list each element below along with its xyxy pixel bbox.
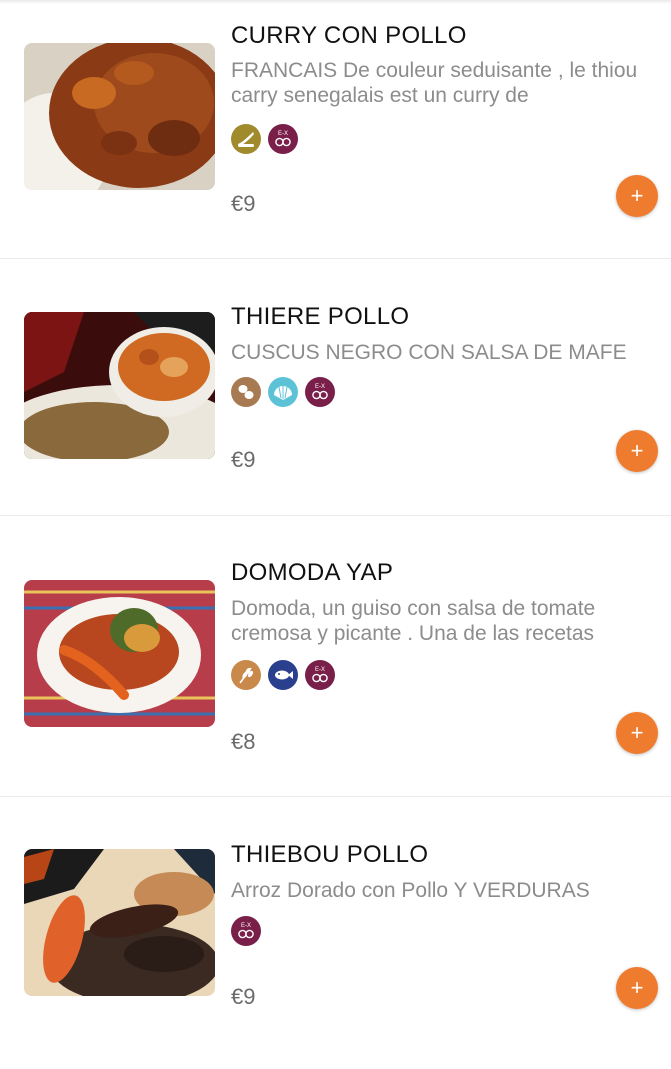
allergen-list: E-X [231, 377, 335, 407]
dish-description: CUSCUS NEGRO CON SALSA DE MAFE [231, 341, 627, 364]
svg-text:E-X: E-X [315, 667, 325, 673]
dish-photo [24, 849, 215, 996]
sulfites-icon: E-X [231, 916, 261, 946]
dish-photo-curry [24, 43, 215, 190]
divider [0, 515, 671, 516]
fish-icon [268, 660, 298, 690]
svg-text:E-X: E-X [315, 384, 325, 390]
divider [0, 796, 671, 797]
dish-name: CURRY CON POLLO [231, 22, 467, 49]
menu-item[interactable]: THIEBOU POLLO Arroz Dorado con Pollo Y V… [0, 811, 671, 1069]
dish-photo-thiebou [24, 849, 215, 996]
dish-photo-domoda [24, 580, 215, 727]
add-to-cart-button[interactable]: + [616, 712, 658, 754]
celery-icon [231, 124, 261, 154]
sulfites-icon: E-X [268, 124, 298, 154]
sulfites-icon: E-X [305, 377, 335, 407]
dish-photo [24, 43, 215, 190]
molluscs-icon [268, 377, 298, 407]
dish-description: Arroz Dorado con Pollo Y VERDURAS [231, 879, 590, 902]
divider [0, 258, 671, 259]
menu-item[interactable]: CURRY CON POLLO FRANCAIS De couleur sedu… [0, 0, 671, 258]
menu-item[interactable]: THIERE POLLO CUSCUS NEGRO CON SALSA DE M… [0, 269, 671, 527]
dish-photo-thiere [24, 312, 215, 459]
add-to-cart-button[interactable]: + [616, 430, 658, 472]
dish-name: DOMODA YAP [231, 559, 394, 586]
dish-price: €9 [231, 191, 256, 216]
dish-price: €8 [231, 729, 256, 754]
dish-price: €9 [231, 984, 256, 1009]
peanuts-icon [231, 377, 261, 407]
menu-item[interactable]: DOMODA YAP Domoda, un guiso con salsa de… [0, 529, 671, 787]
dish-price: €9 [231, 447, 256, 472]
gluten-icon [231, 660, 261, 690]
svg-text:E-X: E-X [278, 131, 288, 137]
svg-text:E-X: E-X [241, 923, 251, 929]
allergen-list: E-X [231, 916, 261, 946]
add-to-cart-button[interactable]: + [616, 175, 658, 217]
dish-description: FRANCAIS De couleur seduisante , le thio… [231, 59, 638, 107]
dish-name: THIERE POLLO [231, 303, 410, 330]
allergen-list: E-X [231, 660, 335, 690]
dish-photo [24, 580, 215, 727]
dish-photo [24, 312, 215, 459]
dish-name: THIEBOU POLLO [231, 841, 429, 868]
sulfites-icon: E-X [305, 660, 335, 690]
add-to-cart-button[interactable]: + [616, 967, 658, 1009]
dish-description: Domoda, un guiso con salsa de tomate cre… [231, 597, 596, 645]
allergen-list: E-X [231, 124, 298, 154]
